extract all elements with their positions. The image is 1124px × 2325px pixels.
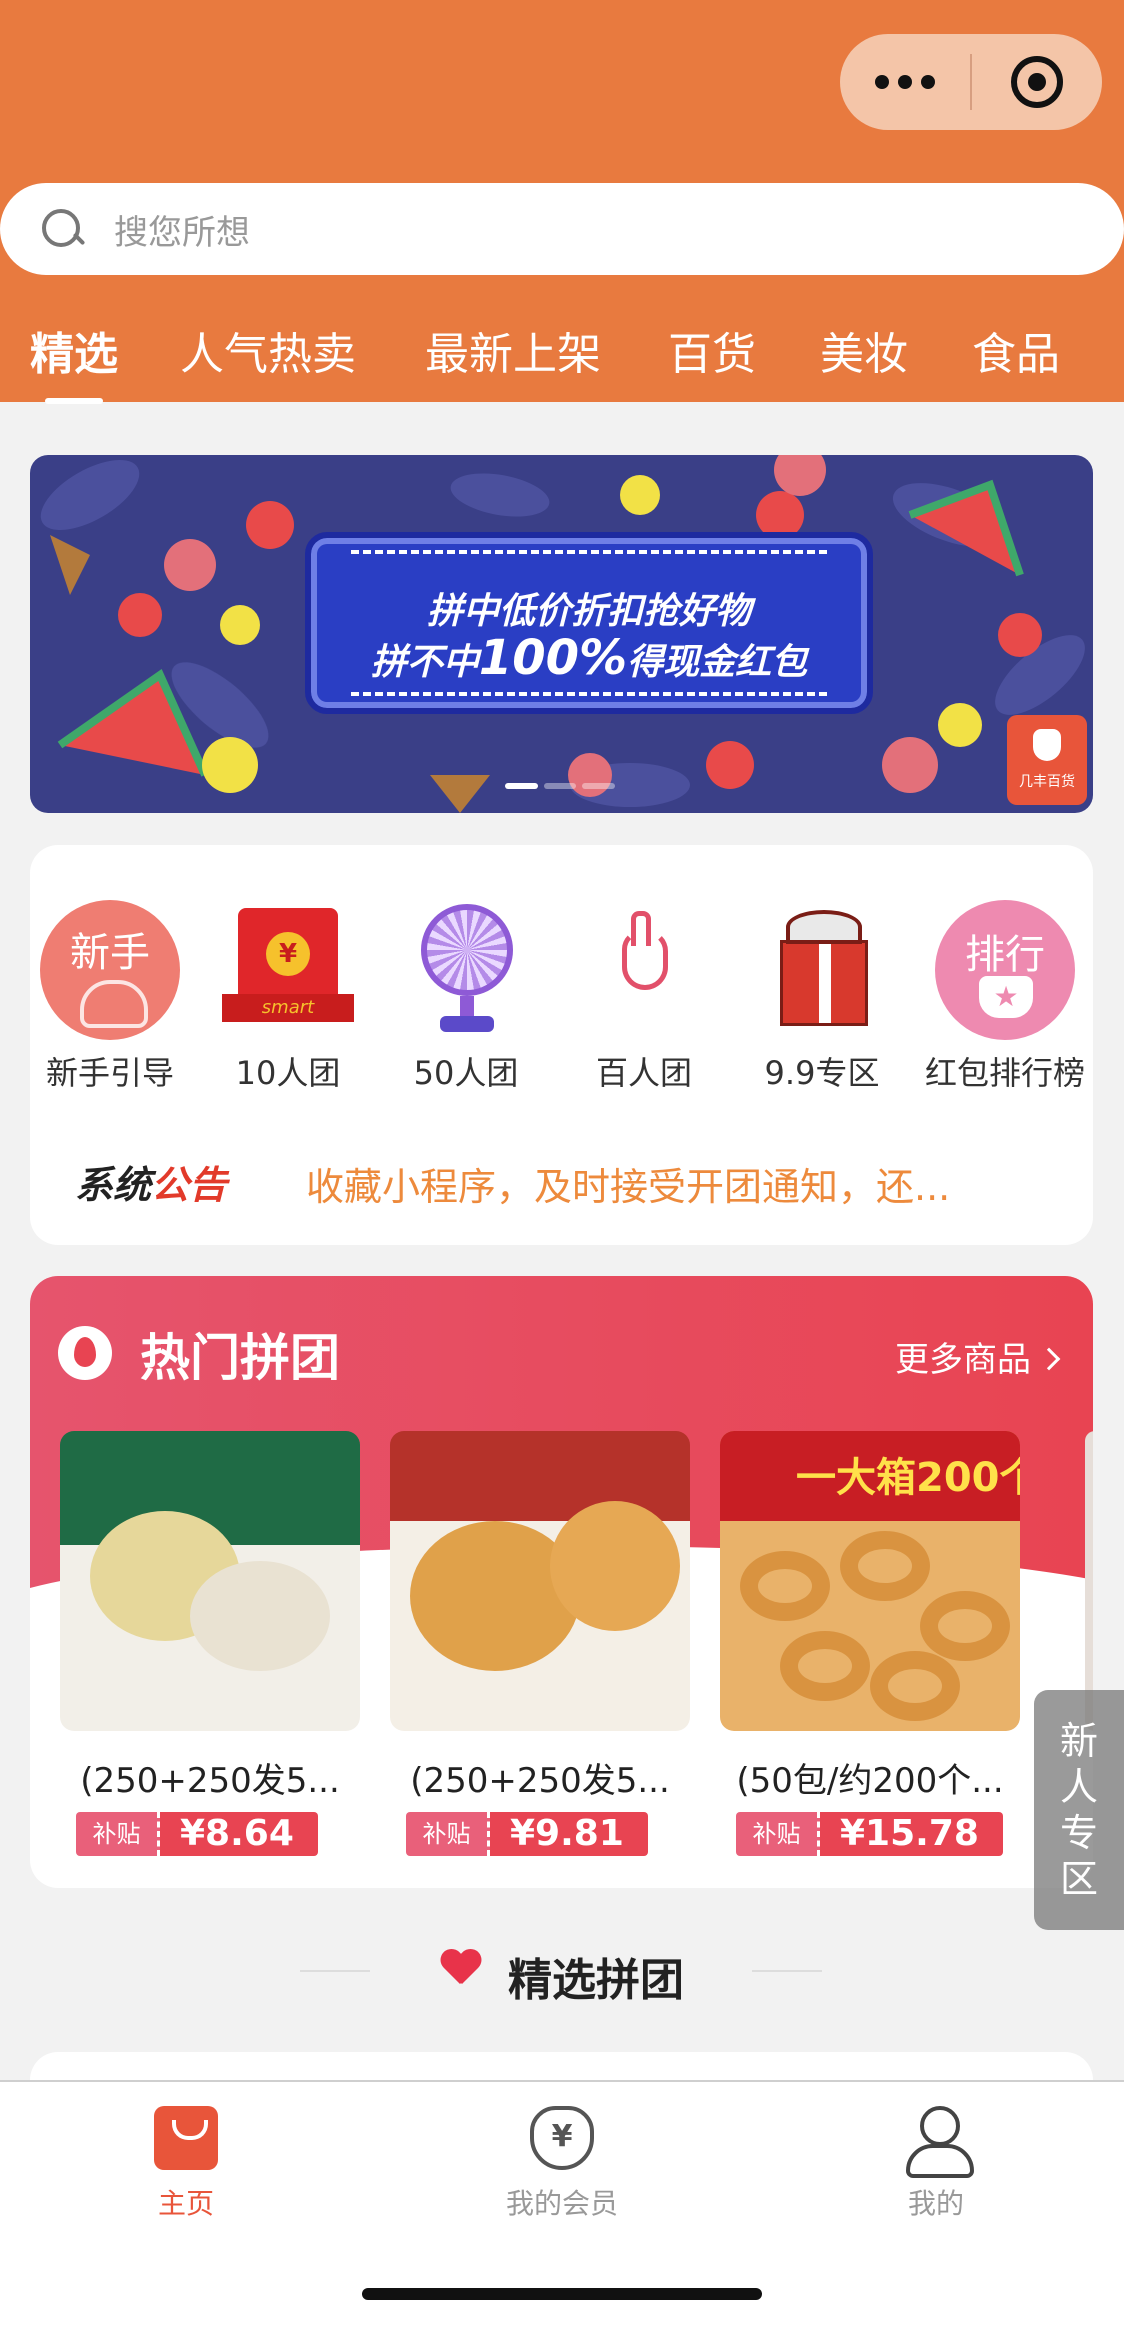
product-image bbox=[60, 1431, 360, 1731]
tab-popular[interactable]: 人气热卖 bbox=[180, 318, 356, 382]
banner-headline-box: 拼中低价折扣抢好物 拼不中100%得现金红包 bbox=[305, 532, 873, 714]
hot-group-section: 热门拼团 更多商品 (250+250发5... 补贴 ¥8.64 (250+25… bbox=[30, 1276, 1093, 1888]
top-header: 搜您所想 精选 人气热卖 最新上架 百货 美妆 食品 bbox=[0, 0, 1124, 404]
hand-icon bbox=[574, 900, 714, 1040]
notice-tag: 系统公告 bbox=[75, 1163, 228, 1207]
category-label: 50人团 bbox=[413, 1054, 519, 1092]
product-price: 补贴 ¥9.81 bbox=[406, 1812, 690, 1856]
fan-icon bbox=[396, 900, 536, 1040]
more-options-icon[interactable] bbox=[840, 75, 970, 89]
category-9-9-zone[interactable]: 9.9专区 bbox=[747, 900, 897, 1094]
banner-pager bbox=[505, 783, 616, 789]
product-price: 补贴 ¥15.78 bbox=[736, 1812, 1020, 1856]
gift-box-icon bbox=[752, 900, 892, 1040]
subsidy-badge: 补贴 bbox=[406, 1812, 490, 1856]
subsidy-badge: 补贴 bbox=[736, 1812, 820, 1856]
hot-section-title: 热门拼团 bbox=[140, 1329, 340, 1387]
category-100-person-group[interactable]: 百人团 bbox=[569, 900, 719, 1094]
system-notice[interactable]: 系统公告 收藏小程序，及时接受开团通知，还... bbox=[30, 1128, 1093, 1248]
heart-icon bbox=[440, 1950, 480, 1990]
product-name: (250+250发5... bbox=[80, 1761, 340, 1801]
user-icon bbox=[904, 2106, 974, 2178]
new-user-zone-button[interactable]: 新 人 专 区 bbox=[1034, 1690, 1124, 1930]
banner-line-1: 拼中低价折扣抢好物 bbox=[426, 591, 751, 632]
category-newbie-guide[interactable]: 新手 新手引导 bbox=[35, 900, 185, 1094]
chevron-right-icon bbox=[1037, 1347, 1061, 1371]
tab-beauty[interactable]: 美妆 bbox=[820, 318, 908, 382]
category-label: 9.9专区 bbox=[764, 1054, 880, 1092]
subsidy-badge: 补贴 bbox=[76, 1812, 160, 1856]
category-red-packet-ranking[interactable]: 排行 红包排行榜 bbox=[925, 900, 1085, 1094]
close-mini-program-icon[interactable] bbox=[972, 56, 1102, 108]
product-image: 一大箱200个 bbox=[720, 1431, 1020, 1731]
brand-logo: 几丰百货 bbox=[1007, 715, 1087, 805]
banner-line-2: 拼不中100%得现金红包 bbox=[370, 630, 808, 686]
newbie-icon: 新手 bbox=[40, 900, 180, 1040]
tab-new-arrivals[interactable]: 最新上架 bbox=[425, 318, 601, 382]
featured-group-heading: 精选拼团 bbox=[0, 1940, 1124, 2006]
tabbar-membership[interactable]: ¥ 我的会员 bbox=[462, 2106, 662, 2222]
price-value: ¥15.78 bbox=[820, 1812, 1003, 1856]
category-tabs: 精选 人气热卖 最新上架 百货 美妆 食品 bbox=[0, 318, 1124, 404]
product-card[interactable]: (250+250发5... 补贴 ¥8.64 bbox=[60, 1431, 360, 1856]
price-value: ¥9.81 bbox=[490, 1812, 648, 1856]
tab-featured[interactable]: 精选 bbox=[30, 318, 118, 404]
tabbar-me[interactable]: 我的 bbox=[836, 2106, 1036, 2222]
price-value: ¥8.64 bbox=[160, 1812, 318, 1856]
tabbar-label: 我的 bbox=[907, 2187, 964, 2220]
search-input[interactable]: 搜您所想 bbox=[114, 205, 250, 254]
shopping-bag-icon bbox=[154, 2106, 218, 2170]
product-image bbox=[390, 1431, 690, 1731]
category-10-person-group[interactable]: ¥ smart 10人团 bbox=[213, 900, 363, 1094]
tabbar-home[interactable]: 主页 bbox=[86, 2106, 286, 2222]
mini-program-capsule bbox=[840, 34, 1102, 130]
category-label: 百人团 bbox=[595, 1054, 692, 1092]
product-card[interactable]: 一大箱200个 (50包/约200个... 补贴 ¥15.78 bbox=[720, 1431, 1020, 1856]
tab-general-merchandise[interactable]: 百货 bbox=[668, 318, 756, 382]
product-price: 补贴 ¥8.64 bbox=[76, 1812, 360, 1856]
product-card[interactable]: (250+250发5... 补贴 ¥9.81 bbox=[390, 1431, 690, 1856]
money-bag-icon: ¥ bbox=[530, 2106, 594, 2170]
search-bar[interactable]: 搜您所想 bbox=[0, 183, 1124, 275]
section-title: 精选拼团 bbox=[508, 1955, 684, 2006]
category-50-person-group[interactable]: 50人团 bbox=[391, 900, 541, 1094]
category-label: 10人团 bbox=[235, 1054, 341, 1092]
category-label: 红包排行榜 bbox=[925, 1054, 1086, 1092]
home-indicator bbox=[362, 2288, 762, 2300]
more-products-link[interactable]: 更多商品 bbox=[895, 1332, 1061, 1381]
flame-icon bbox=[58, 1326, 112, 1380]
tabbar-label: 我的会员 bbox=[505, 2187, 618, 2220]
promo-banner[interactable]: 拼中低价折扣抢好物 拼不中100%得现金红包 几丰百货 bbox=[30, 455, 1093, 813]
tabbar-label: 主页 bbox=[157, 2187, 214, 2220]
bottom-tab-bar: 主页 ¥ 我的会员 我的 bbox=[0, 2080, 1124, 2325]
search-icon bbox=[40, 207, 84, 251]
red-envelope-icon: ¥ smart bbox=[218, 900, 358, 1040]
category-label: 新手引导 bbox=[45, 1054, 174, 1092]
product-name: (250+250发5... bbox=[410, 1761, 670, 1801]
product-name: (50包/约200个... bbox=[736, 1761, 1004, 1801]
notice-message: 收藏小程序，及时接受开团通知，还... bbox=[306, 1165, 951, 1209]
tab-food[interactable]: 食品 bbox=[972, 318, 1060, 382]
product-card-peek[interactable] bbox=[1085, 1431, 1093, 1731]
ranking-cup-icon: 排行 bbox=[935, 900, 1075, 1040]
